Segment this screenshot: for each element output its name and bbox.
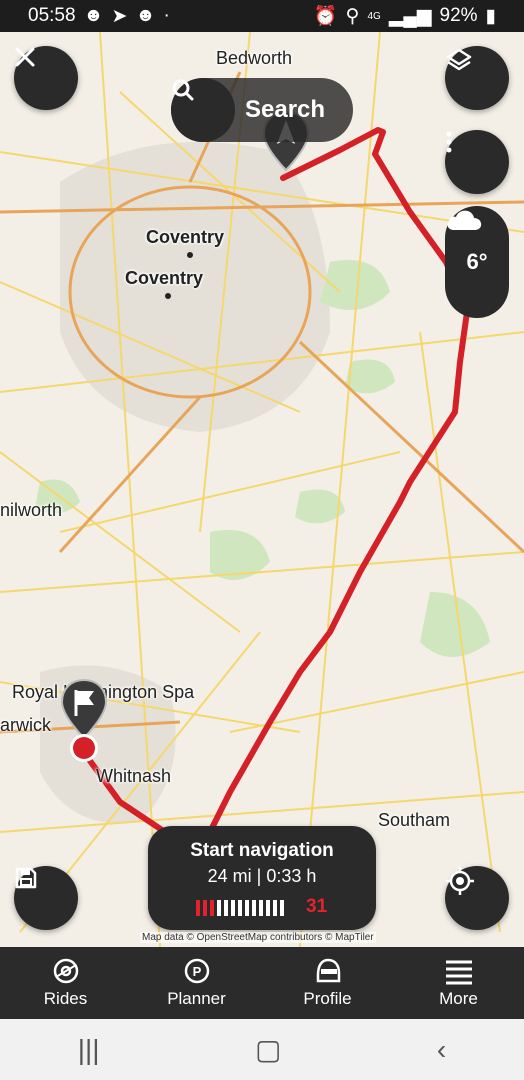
place-label: arwick xyxy=(0,715,52,735)
search-icon xyxy=(172,79,194,101)
nav-planner[interactable]: P Planner xyxy=(131,947,262,1019)
start-navigation-card[interactable]: Start navigation 24 mi | 0:33 h 31 xyxy=(148,826,376,930)
status-bar: 05:58 ☻ ➤ ☻ · ⏰ ⚲ 4G ▂▄▆ 92% ▮ xyxy=(0,0,524,32)
place-label: Whitnash xyxy=(96,766,172,786)
search-icon-wrap xyxy=(171,78,235,142)
city-dot xyxy=(165,293,171,299)
telegram-icon: ➤ xyxy=(111,5,128,27)
park-area xyxy=(345,359,395,394)
notification-icon: ☻ xyxy=(83,5,104,26)
place-label: Southam xyxy=(378,810,451,830)
nav-more[interactable]: More xyxy=(393,947,524,1019)
weather-widget[interactable]: 6° xyxy=(445,206,509,318)
target-icon xyxy=(446,867,474,895)
close-icon xyxy=(15,47,35,67)
close-button[interactable] xyxy=(14,46,78,110)
park-area xyxy=(320,260,390,310)
network-label: 4G xyxy=(367,10,381,22)
system-navigation-bar: ||| ▢ ‹ xyxy=(0,1019,524,1080)
layers-icon xyxy=(446,48,472,71)
vertical-dots-icon xyxy=(446,131,452,153)
save-route-button[interactable] xyxy=(14,866,78,930)
nav-profile-label: Profile xyxy=(303,989,352,1008)
svg-text:P: P xyxy=(192,964,201,979)
bottom-navigation: Rides P Planner Profile More xyxy=(0,947,524,1019)
battery-level: 92% xyxy=(439,5,478,26)
cloud-icon xyxy=(447,210,482,230)
map-view[interactable]: Bedworth Coventry Coventry nilworth Roya… xyxy=(0,32,524,947)
status-time: 05:58 xyxy=(28,5,76,26)
rides-icon xyxy=(53,958,78,984)
home-icon[interactable]: ▢ xyxy=(255,1033,281,1066)
dot-icon: · xyxy=(163,5,170,26)
city-dot xyxy=(187,252,193,258)
place-label: Coventry xyxy=(146,227,225,247)
battery-icon: ▮ xyxy=(485,5,496,27)
back-icon[interactable]: ‹ xyxy=(437,1034,446,1066)
temperature: 6° xyxy=(466,249,488,274)
place-label: Bedworth xyxy=(216,48,293,68)
alarm-icon: ⏰ xyxy=(313,6,338,27)
notification-icon: ☻ xyxy=(135,5,156,26)
signal-icon: ▂▄▆ xyxy=(388,5,432,27)
start-navigation-title: Start navigation xyxy=(190,840,334,861)
search-button[interactable]: Search xyxy=(171,78,353,142)
map-layers-button[interactable] xyxy=(445,46,509,110)
nav-rides[interactable]: Rides xyxy=(0,947,131,1019)
route-score: 31 xyxy=(306,896,328,917)
recent-apps-icon[interactable]: ||| xyxy=(78,1034,100,1066)
search-label: Search xyxy=(245,96,326,123)
nav-more-label: More xyxy=(439,989,478,1008)
place-label: Coventry xyxy=(125,268,204,288)
place-label: nilworth xyxy=(0,500,63,520)
nav-profile[interactable]: Profile xyxy=(262,947,393,1019)
map-attribution[interactable]: Map data © OpenStreetMap contributors © … xyxy=(140,932,376,943)
route-summary: 24 mi | 0:33 h xyxy=(207,866,317,886)
save-icon xyxy=(15,867,37,889)
menu-icon xyxy=(445,960,472,985)
recenter-button[interactable] xyxy=(445,866,509,930)
nav-planner-label: Planner xyxy=(167,989,226,1008)
route-rating-bar xyxy=(196,900,284,916)
profile-icon xyxy=(316,958,340,983)
nav-rides-label: Rides xyxy=(43,989,88,1008)
planner-icon: P xyxy=(184,958,209,984)
location-icon: ⚲ xyxy=(345,5,360,27)
more-options-button[interactable] xyxy=(445,130,509,194)
